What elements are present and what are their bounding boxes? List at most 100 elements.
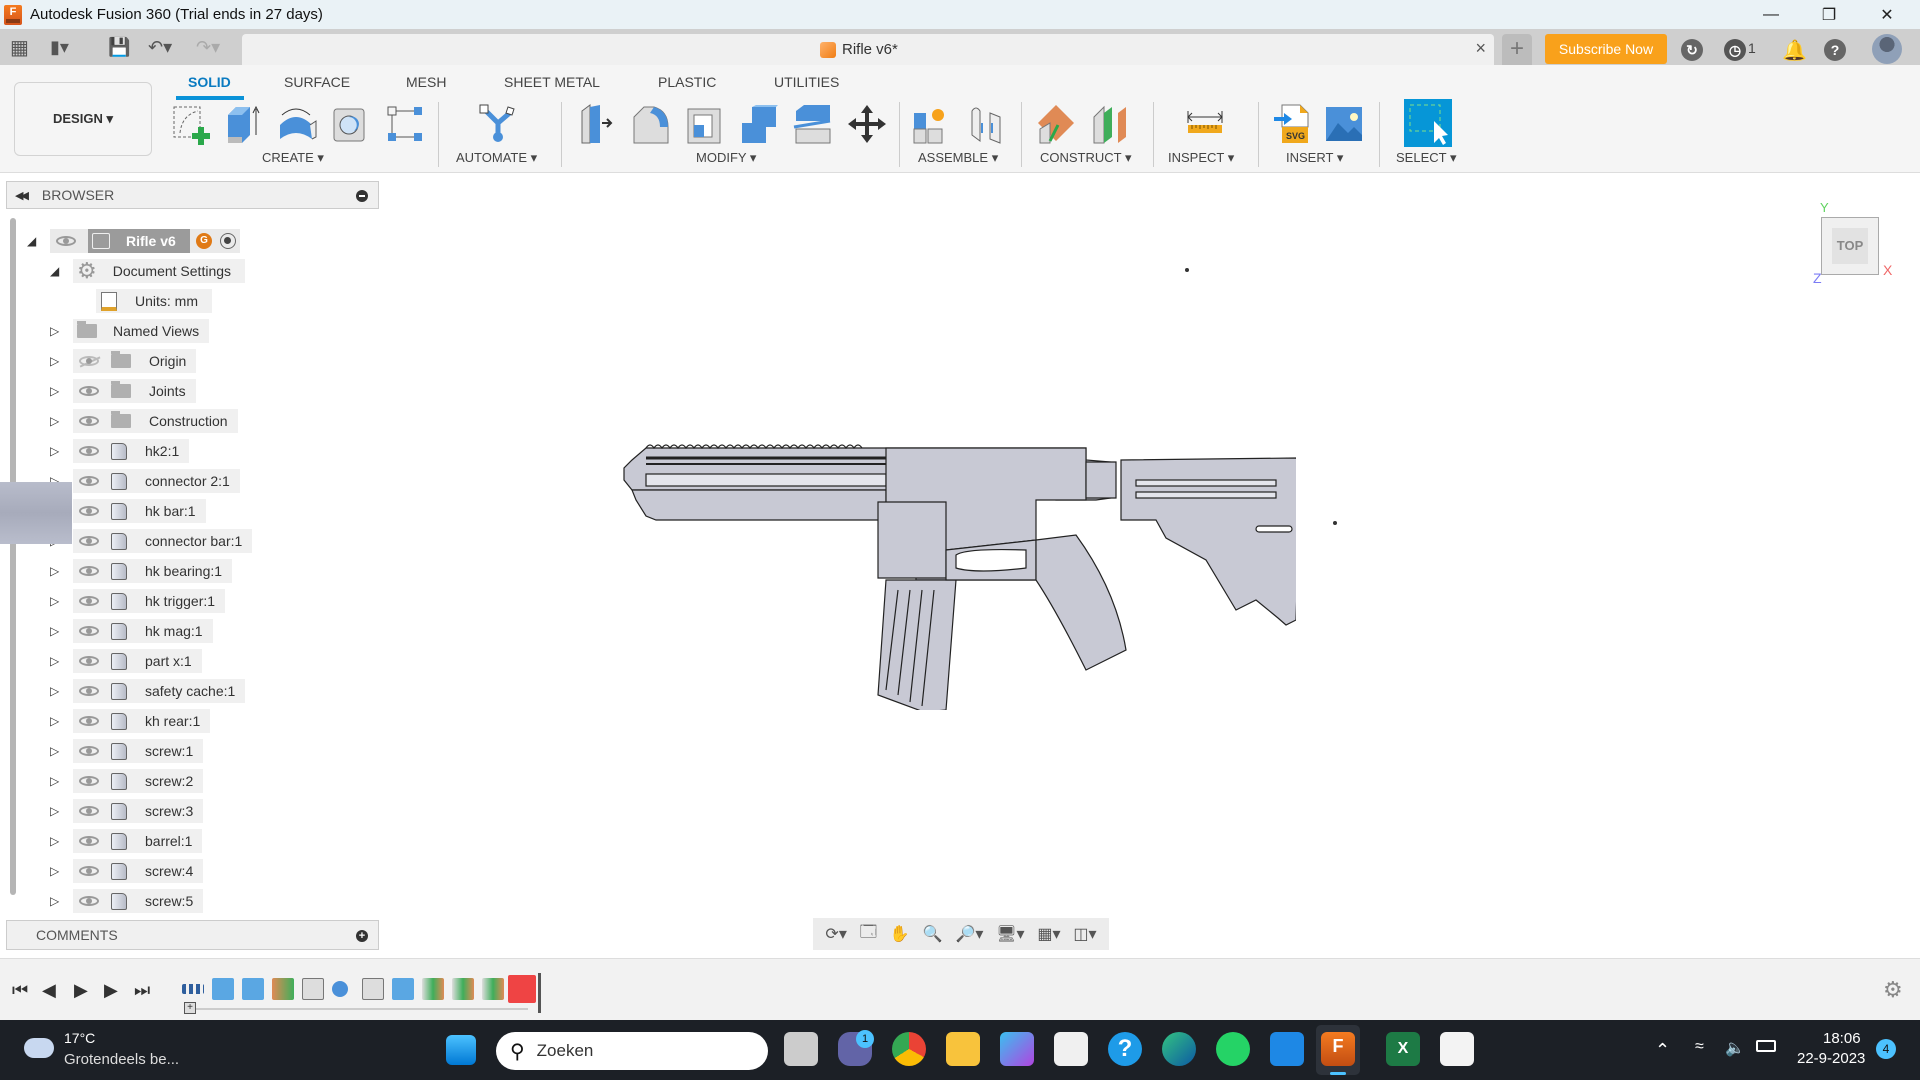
visibility-eye-icon[interactable] bbox=[79, 866, 99, 876]
tab-solid[interactable]: SOLID bbox=[188, 74, 231, 90]
visibility-eye-icon[interactable] bbox=[79, 806, 99, 816]
timeline-feature-pattern[interactable] bbox=[182, 984, 204, 994]
visibility-eye-icon[interactable] bbox=[79, 506, 99, 516]
rifle-model[interactable] bbox=[616, 440, 1296, 710]
restore-button[interactable]: ❐ bbox=[1800, 0, 1858, 29]
get-help-icon[interactable]: ? bbox=[1108, 1032, 1142, 1066]
expand-triangle-icon[interactable]: ▷ bbox=[50, 564, 59, 578]
visibility-eye-icon[interactable] bbox=[79, 416, 99, 426]
help-icon[interactable]: ? bbox=[1824, 39, 1846, 61]
volume-icon[interactable]: 🔈 bbox=[1725, 1038, 1745, 1058]
shell-icon[interactable] bbox=[684, 103, 726, 145]
timeline-feature-sketch[interactable] bbox=[392, 978, 414, 1000]
collapse-triangle-icon[interactable]: ◢ bbox=[50, 264, 59, 278]
collapse-triangle-icon[interactable]: ◢ bbox=[27, 234, 36, 248]
extrude-icon[interactable] bbox=[222, 103, 264, 145]
tab-plastic[interactable]: PLASTIC bbox=[658, 74, 716, 90]
visibility-eye-icon[interactable] bbox=[79, 746, 99, 756]
tab-surface[interactable]: SURFACE bbox=[284, 74, 350, 90]
expand-triangle-icon[interactable]: ▷ bbox=[50, 384, 59, 398]
press-pull-icon[interactable] bbox=[578, 103, 620, 145]
minimize-button[interactable]: — bbox=[1742, 0, 1800, 29]
photos-icon[interactable] bbox=[1000, 1032, 1034, 1066]
tree-folder[interactable]: ▷ Origin bbox=[0, 349, 380, 373]
expand-triangle-icon[interactable]: ▷ bbox=[50, 324, 59, 338]
tree-folder[interactable]: ▷ Construction bbox=[0, 409, 380, 433]
select-icon[interactable] bbox=[1404, 99, 1452, 147]
automate-menu[interactable]: AUTOMATE ▾ bbox=[456, 150, 537, 166]
viewports-icon[interactable]: ◫▾ bbox=[1073, 924, 1096, 944]
chrome-icon[interactable] bbox=[892, 1032, 926, 1066]
file-menu-icon[interactable]: ▮▾ bbox=[50, 37, 69, 58]
fillet-icon[interactable] bbox=[630, 103, 672, 145]
viewcube[interactable]: TOP bbox=[1821, 217, 1879, 275]
tree-component-item[interactable]: ▷ hk mag:1 bbox=[0, 619, 380, 643]
new-tab-button[interactable]: + bbox=[1502, 34, 1532, 65]
extensions-icon[interactable]: ↻ bbox=[1681, 39, 1703, 61]
inspect-menu[interactable]: INSPECT ▾ bbox=[1168, 150, 1234, 166]
pan-hand-icon[interactable]: ✋ bbox=[890, 924, 910, 944]
timeline-feature-plane[interactable] bbox=[452, 978, 474, 1000]
revolve-icon[interactable] bbox=[276, 103, 318, 145]
timeline-settings-gear-icon[interactable]: ⚙ bbox=[1883, 977, 1903, 1003]
combine-icon[interactable] bbox=[738, 103, 780, 145]
visibility-hidden-icon[interactable] bbox=[79, 356, 99, 366]
timeline-feature-plane[interactable] bbox=[482, 978, 504, 1000]
fusion360-taskbar-icon[interactable]: F bbox=[1321, 1032, 1355, 1066]
tree-component-item[interactable]: ▷ part x:1 bbox=[0, 649, 380, 673]
activate-component-icon[interactable]: G bbox=[196, 233, 212, 249]
midplane-icon[interactable] bbox=[1090, 103, 1132, 145]
create-menu[interactable]: CREATE ▾ bbox=[262, 150, 324, 166]
automate-icon[interactable] bbox=[478, 103, 520, 145]
tree-units[interactable]: Units: mm bbox=[0, 289, 380, 313]
new-component-icon[interactable] bbox=[912, 103, 954, 145]
create-sketch-icon[interactable] bbox=[170, 103, 212, 145]
tree-component-item[interactable]: ▷ screw:2 bbox=[0, 769, 380, 793]
insert-svg-icon[interactable]: SVG bbox=[1272, 103, 1314, 145]
split-body-icon[interactable] bbox=[792, 103, 834, 145]
step-back-icon[interactable]: ◀ bbox=[42, 980, 56, 1001]
timeline-feature-plane[interactable] bbox=[272, 978, 294, 1000]
collapse-browser-icon[interactable]: ◀◀ bbox=[15, 189, 29, 202]
construct-menu[interactable]: CONSTRUCT ▾ bbox=[1040, 150, 1132, 166]
timeline-feature-plane[interactable] bbox=[422, 978, 444, 1000]
subscribe-now-button[interactable]: Subscribe Now bbox=[1545, 34, 1667, 64]
visibility-eye-icon[interactable] bbox=[79, 566, 99, 576]
play-icon[interactable]: ▶ bbox=[74, 980, 88, 1001]
active-radio-icon[interactable] bbox=[220, 233, 236, 249]
minimize-panel-icon[interactable] bbox=[356, 190, 368, 202]
visibility-eye-icon[interactable] bbox=[79, 626, 99, 636]
edge-icon[interactable] bbox=[1162, 1032, 1196, 1066]
tree-component-item[interactable]: ▷ safety cache:1 bbox=[0, 679, 380, 703]
tab-utilities[interactable]: UTILITIES bbox=[774, 74, 839, 90]
visibility-eye-icon[interactable] bbox=[79, 596, 99, 606]
tree-component-item[interactable]: ▷ barrel:1 bbox=[0, 829, 380, 853]
microsoft-store-icon[interactable] bbox=[1054, 1032, 1088, 1066]
expand-triangle-icon[interactable]: ▷ bbox=[50, 684, 59, 698]
expand-triangle-icon[interactable]: ▷ bbox=[50, 624, 59, 638]
taskbar-search[interactable]: ⚲ Zoeken bbox=[496, 1032, 768, 1070]
task-view-icon[interactable] bbox=[784, 1032, 818, 1066]
visibility-eye-icon[interactable] bbox=[79, 536, 99, 546]
grid-settings-icon[interactable]: ▦▾ bbox=[1037, 924, 1060, 944]
insert-canvas-icon[interactable] bbox=[1324, 103, 1366, 145]
visibility-eye-icon[interactable] bbox=[79, 836, 99, 846]
mail-icon[interactable] bbox=[1270, 1032, 1304, 1066]
timeline-marker[interactable] bbox=[538, 973, 541, 1013]
timeline-feature-sketch[interactable] bbox=[242, 978, 264, 1000]
close-tab-icon[interactable]: × bbox=[1475, 38, 1486, 59]
timeline-feature-active[interactable] bbox=[508, 975, 536, 1003]
assemble-menu[interactable]: ASSEMBLE ▾ bbox=[918, 150, 998, 166]
wifi-icon[interactable]: ≈ bbox=[1695, 1038, 1704, 1056]
file-explorer-icon[interactable] bbox=[946, 1032, 980, 1066]
tab-mesh[interactable]: MESH bbox=[406, 74, 446, 90]
close-window-button[interactable]: ✕ bbox=[1858, 0, 1916, 29]
expand-triangle-icon[interactable]: ▷ bbox=[50, 804, 59, 818]
workspace-switcher[interactable]: DESIGN ▾ bbox=[14, 82, 152, 156]
expand-triangle-icon[interactable]: ▷ bbox=[50, 894, 59, 908]
show-hidden-icons-chevron[interactable]: ⌃ bbox=[1655, 1040, 1670, 1061]
fit-window-icon[interactable]: 🔎▾ bbox=[955, 924, 983, 944]
tree-root[interactable]: ◢ Rifle v6 G bbox=[0, 229, 380, 253]
look-at-icon[interactable]: 🗔 bbox=[860, 921, 877, 948]
redo-icon[interactable]: ↷▾ bbox=[196, 37, 220, 58]
